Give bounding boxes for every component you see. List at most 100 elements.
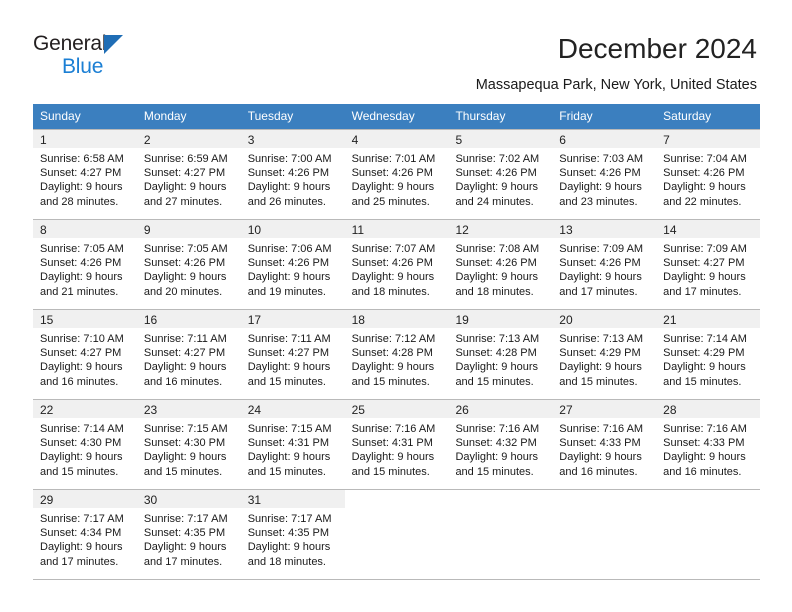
- day-cell-empty: [552, 490, 657, 579]
- day-number: 20: [559, 313, 573, 327]
- daylight-text-line2: and 15 minutes.: [40, 465, 119, 478]
- daylight-text-line1: Daylight: 9 hours: [559, 271, 642, 284]
- day-cell[interactable]: 27 Sunrise: 7:16 AM Sunset: 4:33 PM Dayl…: [552, 400, 657, 489]
- daylight-text-line2: and 15 minutes.: [559, 375, 638, 388]
- day-number-band: 2: [136, 130, 241, 148]
- sunset-text: Sunset: 4:34 PM: [40, 527, 122, 540]
- day-cell[interactable]: 9 Sunrise: 7:05 AM Sunset: 4:26 PM Dayli…: [136, 220, 241, 309]
- day-cell[interactable]: 15 Sunrise: 7:10 AM Sunset: 4:27 PM Dayl…: [33, 310, 137, 399]
- day-number-band: [345, 490, 449, 508]
- sunrise-text: Sunrise: 7:17 AM: [40, 513, 124, 525]
- grid-bottom-border: [33, 579, 760, 580]
- day-details: Sunrise: 7:14 AM Sunset: 4:29 PM Dayligh…: [656, 328, 760, 389]
- day-details: Sunrise: 7:17 AM Sunset: 4:34 PM Dayligh…: [33, 508, 137, 569]
- day-cell[interactable]: 2 Sunrise: 6:59 AM Sunset: 4:27 PM Dayli…: [136, 130, 241, 219]
- daylight-text-line2: and 16 minutes.: [143, 375, 223, 388]
- day-cell[interactable]: 8 Sunrise: 7:05 AM Sunset: 4:26 PM Dayli…: [33, 220, 137, 309]
- daylight-text-line2: and 24 minutes.: [455, 195, 534, 208]
- day-details: Sunrise: 6:59 AM Sunset: 4:27 PM Dayligh…: [137, 148, 241, 209]
- daylight-text-line2: and 15 minutes.: [455, 465, 534, 478]
- sunrise-text: Sunrise: 7:15 AM: [247, 423, 332, 435]
- day-cell[interactable]: 25 Sunrise: 7:16 AM Sunset: 4:31 PM Dayl…: [344, 400, 449, 489]
- day-number-band: 20: [552, 310, 657, 328]
- day-cell[interactable]: 11 Sunrise: 7:07 AM Sunset: 4:26 PM Dayl…: [344, 220, 449, 309]
- sunset-text: Sunset: 4:26 PM: [455, 257, 537, 270]
- daylight-text-line1: Daylight: 9 hours: [247, 271, 331, 284]
- day-details: Sunrise: 7:00 AM Sunset: 4:26 PM Dayligh…: [241, 148, 345, 209]
- sunrise-text: Sunrise: 7:16 AM: [559, 423, 644, 435]
- day-cell[interactable]: 12 Sunrise: 7:08 AM Sunset: 4:26 PM Dayl…: [448, 220, 553, 309]
- day-details: Sunrise: 7:09 AM Sunset: 4:27 PM Dayligh…: [656, 238, 760, 299]
- page-title: December 2024: [557, 33, 757, 64]
- sunset-text: Sunset: 4:28 PM: [351, 347, 433, 360]
- sunset-text: Sunset: 4:27 PM: [143, 347, 226, 360]
- calendar-week-row: 8 Sunrise: 7:05 AM Sunset: 4:26 PM Dayli…: [33, 219, 761, 309]
- day-cell[interactable]: 26 Sunrise: 7:16 AM Sunset: 4:32 PM Dayl…: [448, 400, 553, 489]
- day-cell[interactable]: 13 Sunrise: 7:09 AM Sunset: 4:26 PM Dayl…: [552, 220, 657, 309]
- daylight-text-line2: and 18 minutes.: [247, 555, 326, 568]
- day-number: 1: [40, 133, 47, 147]
- day-cell[interactable]: 29 Sunrise: 7:17 AM Sunset: 4:34 PM Dayl…: [33, 490, 137, 579]
- daylight-text-line1: Daylight: 9 hours: [351, 271, 435, 284]
- day-number-band: 15: [33, 310, 137, 328]
- day-number: 24: [247, 403, 262, 417]
- sunset-text: Sunset: 4:26 PM: [247, 257, 330, 270]
- daylight-text-line1: Daylight: 9 hours: [40, 181, 123, 194]
- day-details: Sunrise: 7:07 AM Sunset: 4:26 PM Dayligh…: [345, 238, 449, 299]
- daylight-text-line2: and 15 minutes.: [351, 375, 430, 388]
- day-number: 31: [247, 493, 262, 507]
- day-cell[interactable]: 19 Sunrise: 7:13 AM Sunset: 4:28 PM Dayl…: [448, 310, 553, 399]
- day-cell[interactable]: 22 Sunrise: 7:14 AM Sunset: 4:30 PM Dayl…: [33, 400, 137, 489]
- day-number-band: 3: [240, 130, 345, 148]
- day-number: 25: [351, 403, 365, 417]
- day-number-band: 13: [552, 220, 657, 238]
- day-cell[interactable]: 3 Sunrise: 7:00 AM Sunset: 4:26 PM Dayli…: [240, 130, 345, 219]
- sunrise-text: Sunrise: 7:12 AM: [351, 333, 436, 345]
- day-number: 19: [455, 313, 469, 327]
- day-number-band: 8: [33, 220, 137, 238]
- day-cell[interactable]: 7 Sunrise: 7:04 AM Sunset: 4:26 PM Dayli…: [656, 130, 761, 219]
- day-details: Sunrise: 7:13 AM Sunset: 4:28 PM Dayligh…: [448, 328, 552, 389]
- day-cell[interactable]: 28 Sunrise: 7:16 AM Sunset: 4:33 PM Dayl…: [656, 400, 761, 489]
- day-number-band: 22: [33, 400, 137, 418]
- day-number-band: [656, 490, 760, 508]
- day-cell[interactable]: 24 Sunrise: 7:15 AM Sunset: 4:31 PM Dayl…: [240, 400, 345, 489]
- day-number-band: 17: [240, 310, 345, 328]
- day-cell[interactable]: 16 Sunrise: 7:11 AM Sunset: 4:27 PM Dayl…: [136, 310, 241, 399]
- day-cell[interactable]: 30 Sunrise: 7:17 AM Sunset: 4:35 PM Dayl…: [136, 490, 241, 579]
- day-cell[interactable]: 5 Sunrise: 7:02 AM Sunset: 4:26 PM Dayli…: [448, 130, 553, 219]
- sunrise-text: Sunrise: 7:03 AM: [559, 153, 644, 165]
- sunrise-text: Sunrise: 7:16 AM: [351, 423, 436, 435]
- day-number-band: 9: [136, 220, 241, 238]
- day-details: Sunrise: 7:16 AM Sunset: 4:33 PM Dayligh…: [552, 418, 656, 479]
- day-number: 7: [663, 133, 670, 147]
- day-cell[interactable]: 20 Sunrise: 7:13 AM Sunset: 4:29 PM Dayl…: [552, 310, 657, 399]
- day-cell[interactable]: 31 Sunrise: 7:17 AM Sunset: 4:35 PM Dayl…: [240, 490, 345, 579]
- sunset-text: Sunset: 4:26 PM: [247, 167, 330, 180]
- day-cell[interactable]: 21 Sunrise: 7:14 AM Sunset: 4:29 PM Dayl…: [656, 310, 761, 399]
- day-number: 3: [247, 133, 255, 147]
- sunset-text: Sunset: 4:27 PM: [247, 347, 330, 360]
- day-cell[interactable]: 6 Sunrise: 7:03 AM Sunset: 4:26 PM Dayli…: [552, 130, 657, 219]
- daylight-text-line2: and 15 minutes.: [663, 375, 742, 388]
- daylight-text-line2: and 18 minutes.: [351, 285, 430, 298]
- day-cell[interactable]: 17 Sunrise: 7:11 AM Sunset: 4:27 PM Dayl…: [240, 310, 345, 399]
- day-cell[interactable]: 4 Sunrise: 7:01 AM Sunset: 4:26 PM Dayli…: [344, 130, 449, 219]
- day-details: Sunrise: 7:17 AM Sunset: 4:35 PM Dayligh…: [137, 508, 241, 569]
- sunrise-text: Sunrise: 7:04 AM: [663, 153, 747, 165]
- day-number-band: 29: [33, 490, 137, 508]
- day-cell[interactable]: 1 Sunrise: 6:58 AM Sunset: 4:27 PM Dayli…: [33, 130, 137, 219]
- day-cell[interactable]: 14 Sunrise: 7:09 AM Sunset: 4:27 PM Dayl…: [656, 220, 761, 309]
- day-number: 30: [143, 493, 158, 507]
- sunrise-text: Sunrise: 7:06 AM: [247, 243, 332, 255]
- day-details: Sunrise: 7:14 AM Sunset: 4:30 PM Dayligh…: [33, 418, 137, 479]
- daylight-text-line1: Daylight: 9 hours: [663, 181, 746, 194]
- daylight-text-line1: Daylight: 9 hours: [559, 181, 642, 194]
- day-cell[interactable]: 10 Sunrise: 7:06 AM Sunset: 4:26 PM Dayl…: [240, 220, 345, 309]
- day-cell[interactable]: 23 Sunrise: 7:15 AM Sunset: 4:30 PM Dayl…: [136, 400, 241, 489]
- sunset-text: Sunset: 4:30 PM: [40, 437, 122, 450]
- logo-text-general: General: [33, 32, 107, 55]
- day-cell[interactable]: 18 Sunrise: 7:12 AM Sunset: 4:28 PM Dayl…: [344, 310, 449, 399]
- day-number: 22: [40, 403, 54, 417]
- day-number-band: 26: [448, 400, 553, 418]
